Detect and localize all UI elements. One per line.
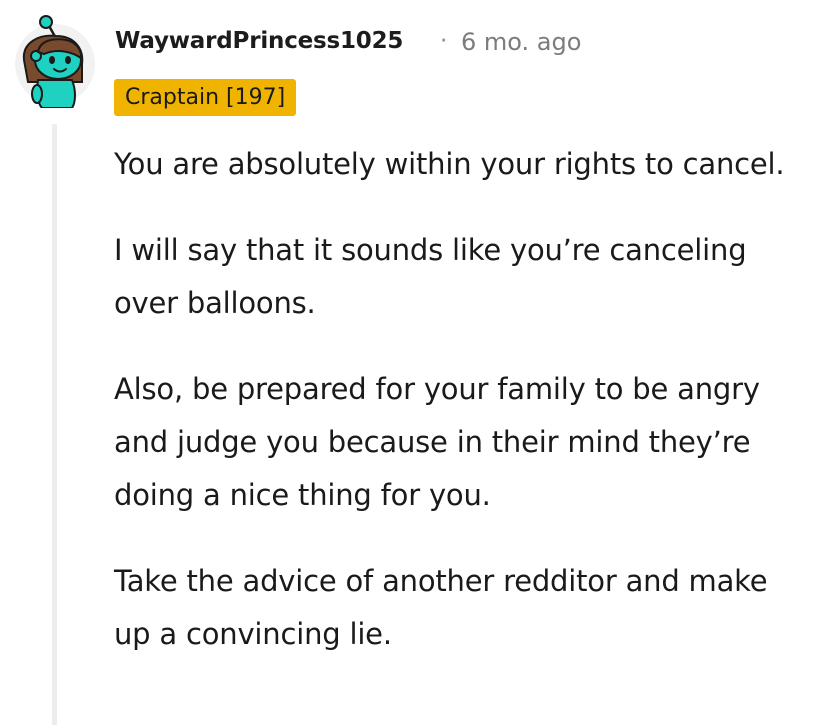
comment-paragraph: Also, be prepared for your family to be … <box>114 372 760 512</box>
comment-body: You are absolutely within your rights to… <box>114 138 804 694</box>
comment-paragraph: You are absolutely within your rights to… <box>114 147 785 181</box>
avatar[interactable] <box>10 12 96 109</box>
meta-separator: · <box>440 28 448 54</box>
comment-paragraph: Take the advice of another redditor and … <box>114 564 768 651</box>
thread-line[interactable] <box>52 124 57 725</box>
user-flair-badge: Craptain [197] <box>114 79 297 116</box>
comment-timestamp[interactable]: 6 mo. ago <box>461 28 581 56</box>
snoo-avatar-icon <box>15 15 95 109</box>
comment-paragraph: I will say that it sounds like you’re ca… <box>114 233 747 320</box>
comment-author[interactable]: WaywardPrincess1025 <box>115 28 403 54</box>
